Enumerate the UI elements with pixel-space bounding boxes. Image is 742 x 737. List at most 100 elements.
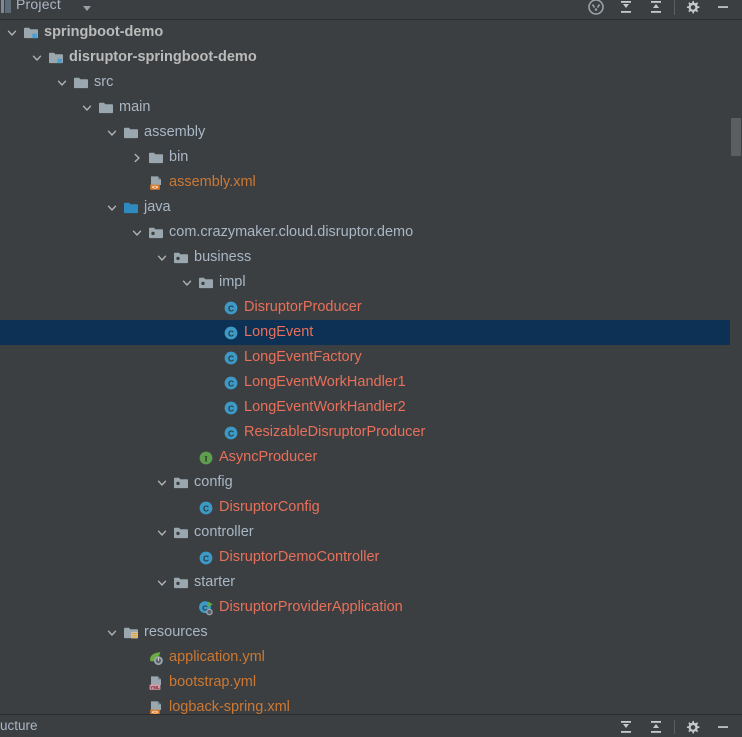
project-tree[interactable]: springboot-demo disruptor-springboot-demo… — [0, 20, 742, 714]
tree-row[interactable]: impl — [0, 270, 742, 295]
tree-row[interactable]: src — [0, 70, 742, 95]
tree-row[interactable]: application.yml — [0, 645, 742, 670]
tree-row-label: java — [144, 199, 171, 215]
tree-row[interactable]: YML bootstrap.yml — [0, 670, 742, 695]
tree-row[interactable]: business — [0, 245, 742, 270]
tree-row[interactable]: C DisruptorConfig — [0, 495, 742, 520]
folder-icon — [148, 150, 164, 166]
svg-text:C: C — [228, 428, 234, 438]
tree-row[interactable]: resources — [0, 620, 742, 645]
tree-row-label: springboot-demo — [44, 24, 164, 40]
tree-row-label: DisruptorProviderApplication — [219, 599, 403, 615]
chevron-down-icon[interactable] — [29, 50, 45, 66]
tree-row[interactable]: controller — [0, 520, 742, 545]
toolbar-divider — [674, 0, 675, 15]
tree-row-label: config — [194, 474, 233, 490]
chevron-down-icon[interactable] — [54, 75, 70, 91]
tree-row-label: LongEventFactory — [244, 349, 362, 365]
minimize-icon[interactable] — [708, 0, 738, 19]
chevron-down-icon[interactable] — [79, 100, 95, 116]
tree-row[interactable]: disruptor-springboot-demo — [0, 45, 742, 70]
tree-row-label: impl — [219, 274, 246, 290]
package-icon — [173, 525, 189, 541]
tree-row-label: starter — [194, 574, 236, 590]
chevron-down-icon[interactable] — [154, 575, 170, 591]
tree-row[interactable]: assembly — [0, 120, 742, 145]
tree-row[interactable]: C DisruptorProviderApplication — [0, 595, 742, 620]
collapse-all-icon[interactable] — [641, 715, 671, 737]
vertical-scrollbar[interactable] — [730, 20, 742, 714]
chevron-down-icon[interactable] — [104, 200, 120, 216]
module-folder-icon — [23, 25, 39, 41]
tree-row[interactable]: main — [0, 95, 742, 120]
tree-row[interactable]: com.crazymaker.cloud.disruptor.demo — [0, 220, 742, 245]
structure-bar: ucture — [0, 714, 742, 737]
svg-text:C: C — [228, 353, 234, 363]
chevron-down-icon[interactable] — [154, 525, 170, 541]
tree-row[interactable]: <> assembly.xml — [0, 170, 742, 195]
chevron-down-icon[interactable] — [179, 275, 195, 291]
runnable-class-icon: C — [198, 600, 214, 616]
locate-icon[interactable] — [581, 0, 611, 19]
tree-row-label: main — [119, 99, 151, 115]
tree-row[interactable]: C ResizableDisruptorProducer — [0, 420, 742, 445]
tree-row[interactable]: C DisruptorDemoController — [0, 545, 742, 570]
tree-row-label: business — [194, 249, 252, 265]
chevron-down-icon[interactable] — [129, 225, 145, 241]
tree-row-label: assembly.xml — [169, 174, 256, 190]
folder-icon — [73, 75, 89, 91]
tree-row[interactable]: starter — [0, 570, 742, 595]
minimize-icon[interactable] — [708, 715, 738, 737]
structure-bar-buttons — [611, 715, 738, 737]
tree-row-label: AsyncProducer — [219, 449, 318, 465]
chevron-right-icon[interactable] — [129, 150, 145, 166]
svg-text:C: C — [228, 378, 234, 388]
interface-icon: I — [198, 450, 214, 466]
source-root-icon — [123, 200, 139, 216]
chevron-down-icon[interactable] — [4, 25, 20, 41]
chevron-down-icon[interactable] — [154, 250, 170, 266]
chevron-down-icon[interactable] — [80, 1, 94, 13]
expand-all-icon[interactable] — [611, 0, 641, 19]
chevron-down-icon[interactable] — [104, 625, 120, 641]
panel-title: Project — [16, 0, 61, 12]
structure-label[interactable]: ucture — [0, 718, 38, 733]
tree-row-label: application.yml — [169, 649, 265, 665]
scrollbar-thumb[interactable] — [731, 118, 741, 156]
tree-row[interactable]: C LongEventWorkHandler1 — [0, 370, 742, 395]
svg-text:<>: <> — [152, 184, 158, 190]
tree-row[interactable]: C LongEventFactory — [0, 345, 742, 370]
tree-row[interactable]: config — [0, 470, 742, 495]
class-icon: C — [223, 400, 239, 416]
tree-row-label: ResizableDisruptorProducer — [244, 424, 426, 440]
project-tool-window: Project springboot-demo disruptor-spring… — [0, 0, 742, 737]
tree-row-label: DisruptorDemoController — [219, 549, 380, 565]
statusbar-divider — [674, 719, 675, 734]
expand-all-icon[interactable] — [611, 715, 641, 737]
resources-root-icon — [123, 625, 139, 641]
class-icon: C — [198, 500, 214, 516]
tree-row-label: src — [94, 74, 114, 90]
chevron-down-icon[interactable] — [104, 125, 120, 141]
tree-row[interactable]: <> logback-spring.xml — [0, 695, 742, 714]
class-icon: C — [223, 325, 239, 341]
tree-row[interactable]: C LongEvent — [0, 320, 742, 345]
tree-row[interactable]: I AsyncProducer — [0, 445, 742, 470]
tree-row-label: controller — [194, 524, 254, 540]
tree-row[interactable]: C LongEventWorkHandler2 — [0, 395, 742, 420]
tree-row[interactable]: bin — [0, 145, 742, 170]
package-icon — [148, 225, 164, 241]
project-panel-icon — [1, 0, 11, 13]
chevron-down-icon[interactable] — [154, 475, 170, 491]
svg-text:C: C — [228, 328, 234, 338]
spring-config-icon — [148, 650, 164, 666]
tree-row[interactable]: java — [0, 195, 742, 220]
tree-row[interactable]: C DisruptorProducer — [0, 295, 742, 320]
gear-icon[interactable] — [678, 715, 708, 737]
collapse-all-icon[interactable] — [641, 0, 671, 19]
tree-row[interactable]: springboot-demo — [0, 20, 742, 45]
gear-icon[interactable] — [678, 0, 708, 19]
class-icon: C — [223, 375, 239, 391]
class-icon: C — [223, 350, 239, 366]
tree-row-label: disruptor-springboot-demo — [69, 49, 257, 65]
